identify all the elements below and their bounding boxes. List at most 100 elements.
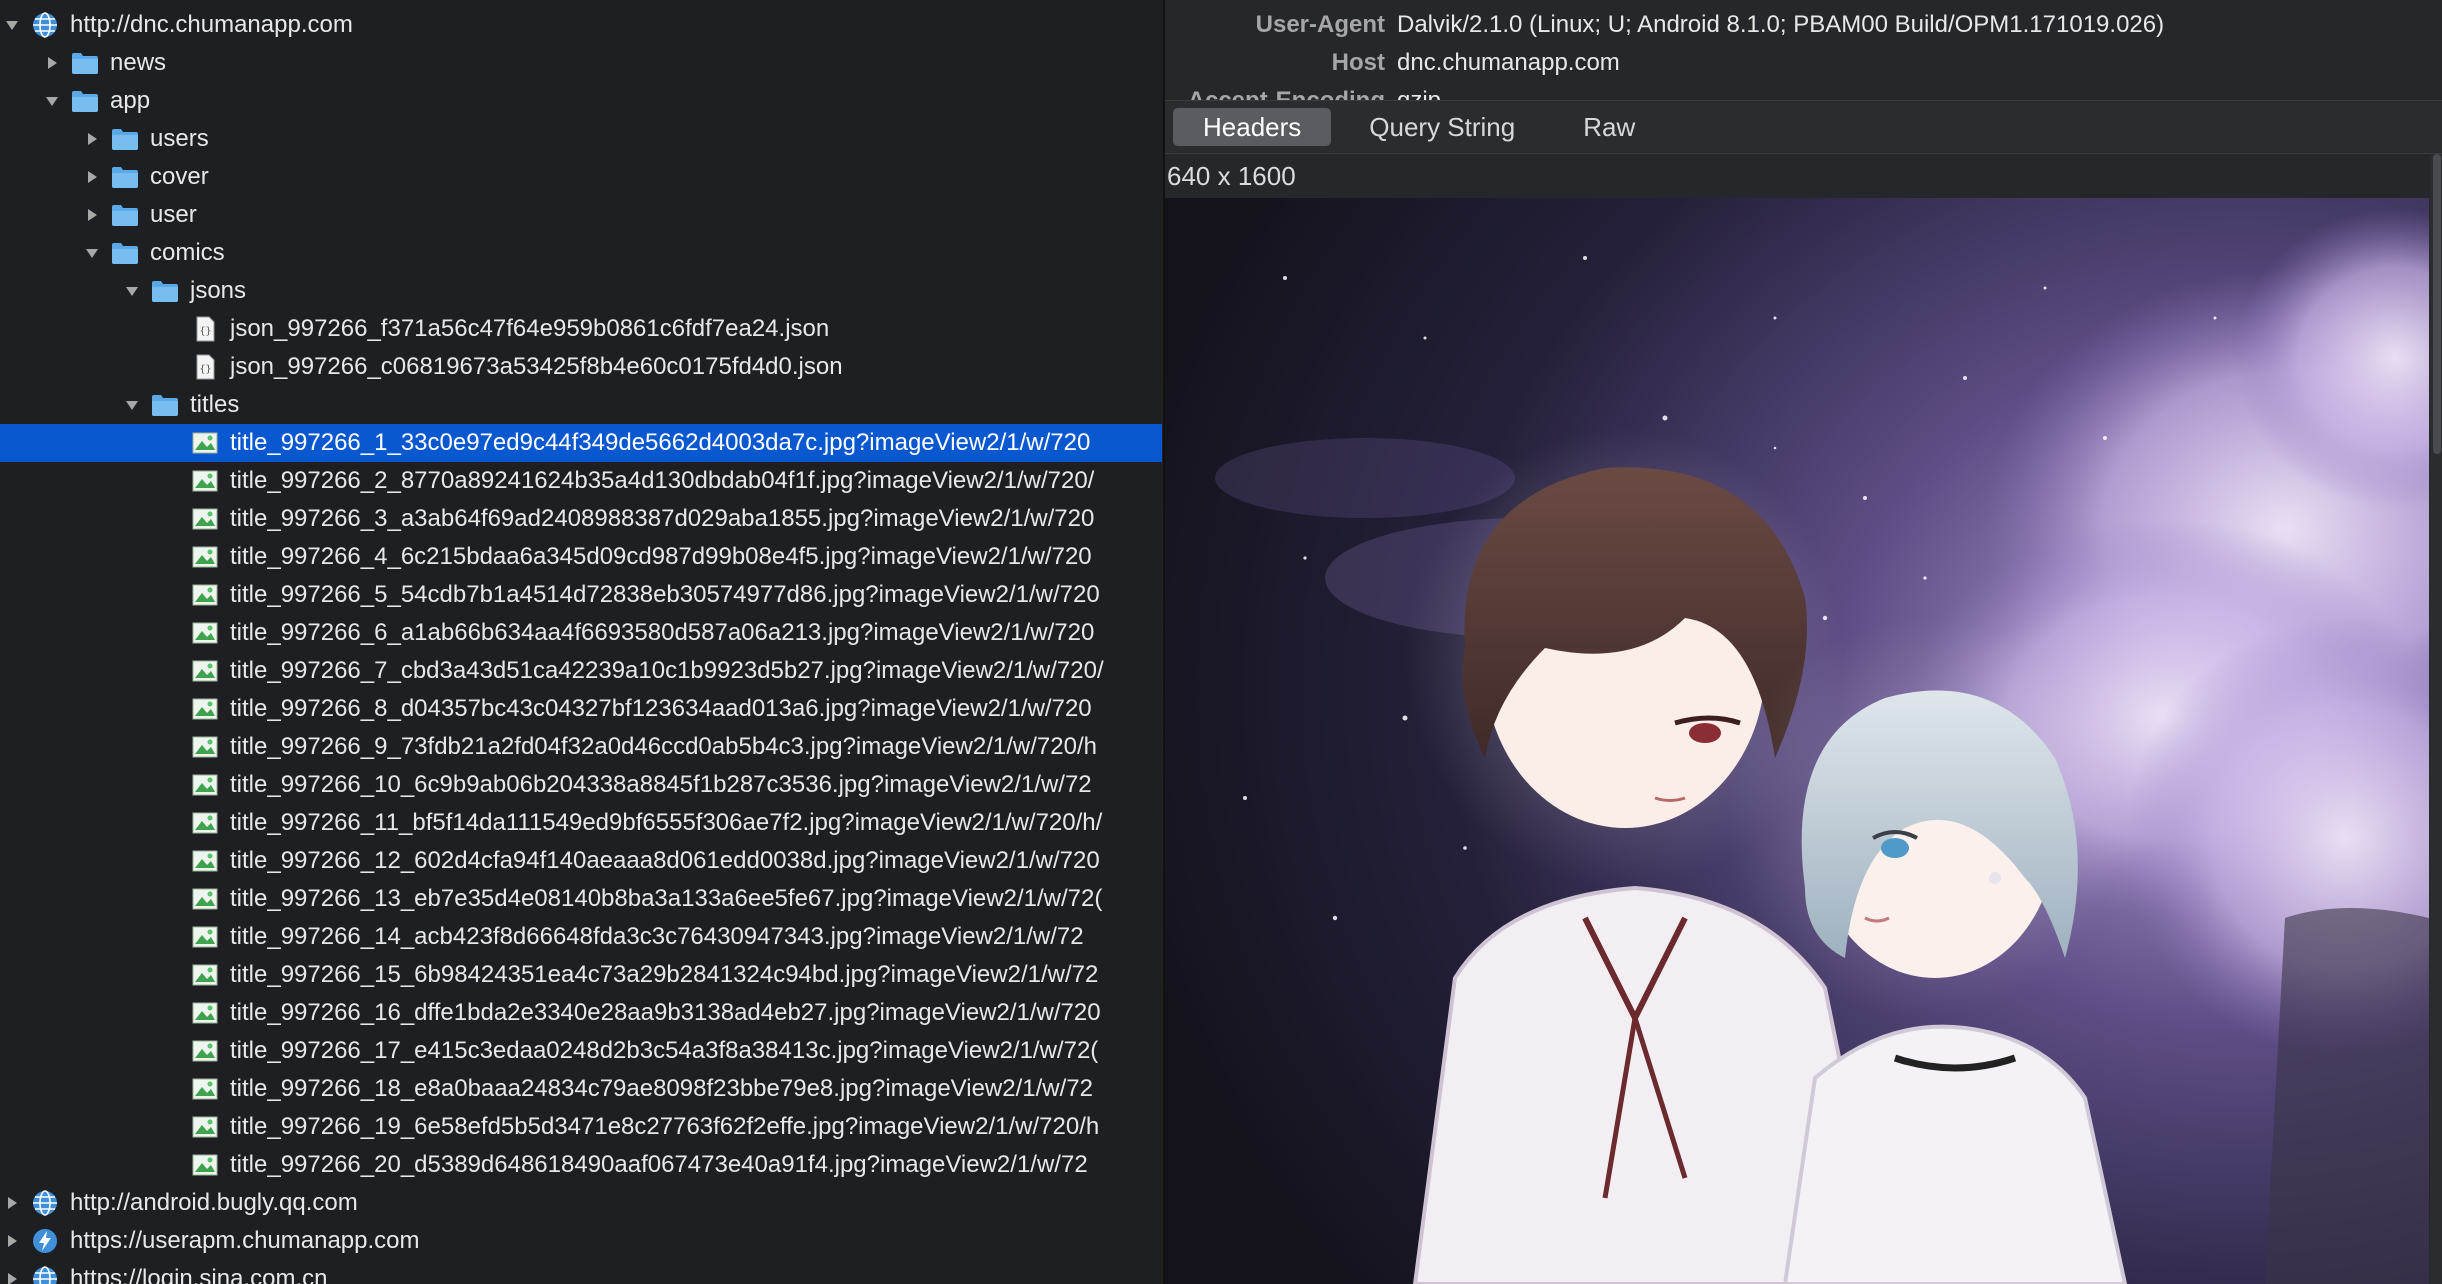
image-file-icon (190, 504, 220, 534)
disclosure-expanded-icon[interactable] (44, 82, 60, 120)
tree-file-row[interactable]: title_997266_3_a3ab64f69ad2408988387d029… (0, 500, 1162, 538)
preview-scrollbar[interactable] (2430, 154, 2442, 1284)
image-file-icon (190, 770, 220, 800)
tree-host-row[interactable]: https://userapm.chumanapp.com (0, 1222, 1162, 1260)
disclosure-collapsed-icon[interactable] (84, 158, 100, 196)
tree-item-label: title_997266_9_73fdb21a2fd04f32a0d46ccd0… (230, 733, 1097, 760)
tree-item-label: title_997266_5_54cdb7b1a4514d72838eb3057… (230, 581, 1100, 608)
scrollbar-thumb[interactable] (2433, 154, 2441, 454)
tree-file-row[interactable]: title_997266_8_d04357bc43c04327bf123634a… (0, 690, 1162, 728)
tree-file-row[interactable]: title_997266_14_acb423f8d66648fda3c3c764… (0, 918, 1162, 956)
tree-folder-row[interactable]: titles (0, 386, 1162, 424)
header-key: Accept-Encoding (1165, 87, 1385, 100)
tree-file-row[interactable]: title_997266_10_6c9b9ab06b204338a8845f1b… (0, 766, 1162, 804)
tree-folder-row[interactable]: users (0, 120, 1162, 158)
tree-file-row[interactable]: title_997266_9_73fdb21a2fd04f32a0d46ccd0… (0, 728, 1162, 766)
tree-file-row[interactable]: title_997266_20_d5389d648618490aaf067473… (0, 1146, 1162, 1184)
image-file-icon (190, 732, 220, 762)
disclosure-collapsed-icon[interactable] (84, 196, 100, 234)
tree-file-row[interactable]: title_997266_12_602d4cfa94f140aeaaa8d061… (0, 842, 1162, 880)
tree-file-row[interactable]: title_997266_5_54cdb7b1a4514d72838eb3057… (0, 576, 1162, 614)
image-file-icon (190, 998, 220, 1028)
tree-file-row[interactable]: title_997266_13_eb7e35d4e08140b8ba3a133a… (0, 880, 1162, 918)
tree-folder-row[interactable]: news (0, 44, 1162, 82)
image-file-icon (190, 1036, 220, 1066)
json-file-icon: {} (190, 314, 220, 344)
tree-file-row[interactable]: title_997266_11_bf5f14da111549ed9bf6555f… (0, 804, 1162, 842)
disclosure-expanded-icon[interactable] (84, 234, 100, 272)
tree-folder-row[interactable]: comics (0, 234, 1162, 272)
tree-item-label: titles (190, 391, 240, 418)
comic-illustration (1165, 198, 2429, 1284)
tree-file-row[interactable]: title_997266_2_8770a89241624b35a4d130dbd… (0, 462, 1162, 500)
folder-icon (70, 86, 100, 116)
image-file-icon (190, 884, 220, 914)
tab-query-string[interactable]: Query String (1339, 108, 1545, 146)
tree-file-row[interactable]: title_997266_19_6e58efd5b5d3471e8c27763f… (0, 1108, 1162, 1146)
tree-file-row[interactable]: title_997266_17_e415c3edaa0248d2b3c54a3f… (0, 1032, 1162, 1070)
disclosure-collapsed-icon[interactable] (44, 44, 60, 82)
disclosure-expanded-icon[interactable] (124, 386, 140, 424)
tree-host-row[interactable]: https://login.sina.com.cn (0, 1260, 1162, 1284)
detail-panel: User-Agent Dalvik/2.1.0 (Linux; U; Andro… (1163, 0, 2442, 1284)
tab-raw[interactable]: Raw (1553, 108, 1665, 146)
tree-folder-row[interactable]: cover (0, 158, 1162, 196)
tree-item-label: http://dnc.chumanapp.com (70, 11, 353, 38)
folder-icon (110, 162, 140, 192)
tree-folder-row[interactable]: user (0, 196, 1162, 234)
tree-folder-row[interactable]: app (0, 82, 1162, 120)
tree-file-row[interactable]: title_997266_16_dffe1bda2e3340e28aa9b313… (0, 994, 1162, 1032)
tree-item-label: users (150, 125, 209, 152)
tree-file-row[interactable]: title_997266_7_cbd3a43d51ca42239a10c1b99… (0, 652, 1162, 690)
tab-headers[interactable]: Headers (1173, 108, 1332, 146)
header-row-accept-encoding[interactable]: Accept-Encoding gzip (1165, 83, 1441, 100)
disclosure-collapsed-icon[interactable] (4, 1222, 20, 1260)
tree-file-row[interactable]: title_997266_6_a1ab66b634aa4f6693580d587… (0, 614, 1162, 652)
globe-icon (30, 1264, 60, 1284)
disclosure-collapsed-icon[interactable] (4, 1184, 20, 1222)
tree-file-row[interactable]: {} json_997266_f371a56c47f64e959b0861c6fd… (0, 310, 1162, 348)
tree-item-label: comics (150, 239, 225, 266)
tree-file-row[interactable]: title_997266_18_e8a0baaa24834c79ae8098f2… (0, 1070, 1162, 1108)
disclosure-expanded-icon[interactable] (4, 6, 20, 44)
tree-file-row[interactable]: title_997266_1_33c0e97ed9c44f349de5662d4… (0, 424, 1162, 462)
disclosure-collapsed-icon[interactable] (84, 120, 100, 158)
response-tab-bar: Headers Query String Raw (1165, 100, 2442, 154)
header-key: User-Agent (1255, 11, 1385, 38)
tree-host-row[interactable]: http://dnc.chumanapp.com (0, 6, 1162, 44)
tree-file-row[interactable]: title_997266_4_6c215bdaa6a345d09cd987d99… (0, 538, 1162, 576)
request-headers-table: User-Agent Dalvik/2.1.0 (Linux; U; Andro… (1165, 0, 2442, 100)
tree-item-label: https://login.sina.com.cn (70, 1265, 328, 1284)
globe-icon (30, 1188, 60, 1218)
tree-item-label: cover (150, 163, 209, 190)
header-value: dnc.chumanapp.com (1397, 49, 1620, 76)
tree-item-label: title_997266_15_6b98424351ea4c73a29b2841… (230, 961, 1099, 988)
disclosure-collapsed-icon[interactable] (4, 1260, 20, 1284)
header-row-user-agent[interactable]: User-Agent Dalvik/2.1.0 (Linux; U; Andro… (1165, 7, 2164, 43)
request-tree[interactable]: http://dnc.chumanapp.com news app users cove… (0, 0, 1162, 1284)
header-row-host[interactable]: Host dnc.chumanapp.com (1165, 45, 1620, 81)
tree-file-row[interactable]: title_997266_15_6b98424351ea4c73a29b2841… (0, 956, 1162, 994)
header-value: Dalvik/2.1.0 (Linux; U; Android 8.1.0; P… (1397, 11, 2165, 38)
tree-host-row[interactable]: http://android.bugly.qq.com (0, 1184, 1162, 1222)
tree-item-label: jsons (190, 277, 247, 304)
tree-folder-row[interactable]: jsons (0, 272, 1162, 310)
image-file-icon (190, 542, 220, 572)
disclosure-expanded-icon[interactable] (124, 272, 140, 310)
tree-file-row[interactable]: {} json_997266_c06819673a53425f8b4e60c017… (0, 348, 1162, 386)
image-file-icon (190, 1150, 220, 1180)
folder-icon (150, 390, 180, 420)
